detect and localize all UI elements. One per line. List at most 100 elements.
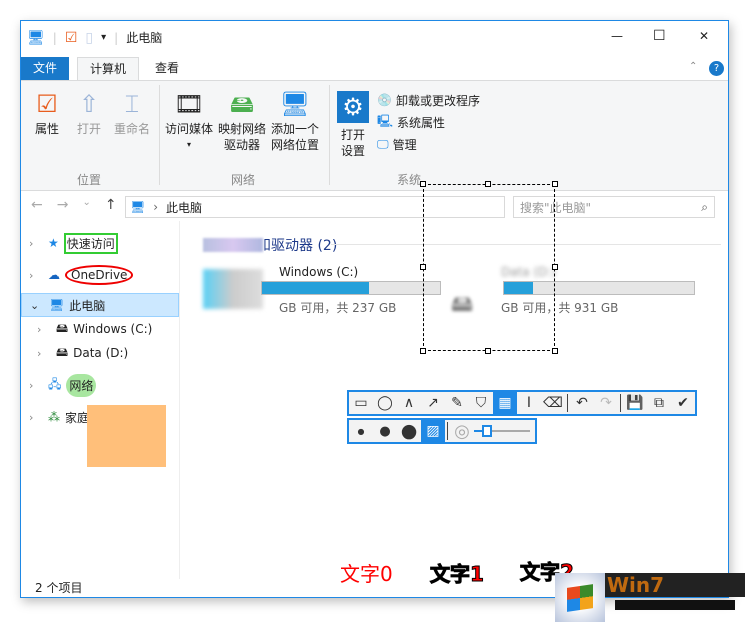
label: 打开 设置 [340,128,365,158]
collapse-ribbon-icon[interactable]: ⌃ [689,61,697,72]
size-large-icon[interactable]: ● [397,420,421,442]
group-label-system: 系统 [397,173,422,187]
resize-handle[interactable] [420,348,426,354]
quick-access-toolbar: 🖥 | ☑ ▯ ▾ | 此电脑 [27,29,163,46]
manage-button[interactable]: 🖵 管理 [377,133,480,155]
media-icon: 🎞 [173,90,205,118]
tab-computer[interactable]: 计算机 [77,57,140,81]
copy-icon[interactable]: ⧉ [647,392,671,414]
resize-handle[interactable] [552,264,558,270]
text-tool-icon[interactable]: I [517,392,541,414]
customize-dropdown-icon[interactable]: ▾ [101,32,106,43]
arrow-tool-icon[interactable]: ↗ [421,392,445,414]
mosaic-annotation [203,238,263,252]
ellipse-tool-icon[interactable]: ◯ [373,392,397,414]
system-properties-icon: 🖳 [377,113,394,128]
label: 管理 [392,137,417,152]
minimize-button[interactable]: — [611,29,623,43]
star-icon: ★ [48,236,59,250]
rename-icon: ⌶ [124,90,140,118]
blur-preview-icon: ◎ [454,420,470,442]
nav-quick-access[interactable]: › ★ 快速访问 [21,231,179,255]
rectangle-tool-icon[interactable]: ▭ [349,392,373,414]
up-button[interactable]: ↑ [105,197,117,213]
text-annotation-1: 文字1 [430,562,485,587]
label: 此电脑 [69,298,106,313]
section-header[interactable]: 设备和驱动器 (2) [203,235,338,255]
line-tool-icon[interactable]: ∧ [397,392,421,414]
resize-handle[interactable] [485,348,491,354]
eraser-tool-icon[interactable]: ⌫ [541,392,565,414]
drive-usage-bar [261,281,441,295]
tab-view[interactable]: 查看 [143,57,191,80]
nav-drive-c[interactable]: › 🖴 Windows (C:) [21,317,179,341]
back-button[interactable]: ← [31,197,43,213]
label: Windows (C:) [73,322,153,336]
save-icon[interactable]: 💾 [623,392,647,414]
drive-icon: 🖴 [56,320,69,335]
close-button[interactable]: ✕ [699,29,709,43]
windows-logo-watermark [555,573,605,622]
blur-strength-slider[interactable] [474,421,534,441]
label: 属性 [34,122,59,136]
group-label-network: 网络 [231,173,256,187]
mosaic-tool-icon[interactable]: ▦ [493,392,517,414]
size-small-icon[interactable]: ● [349,420,373,442]
group-label-location: 位置 [77,173,102,187]
ribbon: ☑ 属性 ⇧ 打开 ⌶ 重命名 位置 🎞 访问媒体 ▾ 🖴 映射网络 驱动器 🖥 添加一个 网… [21,80,728,191]
resize-handle[interactable] [420,181,426,187]
drive-tile-c[interactable]: Windows (C:) GB 可用，共 237 GB [201,265,441,315]
text-annotation-0: 文字0 [340,562,393,586]
gear-icon: ⚙ [337,91,369,123]
done-check-icon[interactable]: ✔ [671,392,695,414]
cloud-icon: ☁ [48,268,60,282]
label: 快速访问 [63,232,118,254]
label: 添加一个 网络位置 [270,122,319,152]
network-drive-icon: 🖴 [229,90,255,118]
maximize-button[interactable]: ☐ [653,28,666,44]
brush-options-toolbar: ● ● ● ▨ ◎ [347,418,537,444]
nav-onedrive[interactable]: › ☁ OneDrive [21,263,179,287]
drive-icon [203,269,263,309]
network-icon: 🖧 [48,376,62,391]
add-network-location-button[interactable]: 🖥 添加一个 网络位置 [269,87,321,153]
highlighter-tool-icon[interactable]: ⛉ [469,392,493,414]
window-title: 此电脑 [126,31,163,45]
open-icon: ⇧ [78,90,100,118]
help-icon[interactable]: ? [709,61,724,76]
uninstall-programs-button[interactable]: 💿 卸载或更改程序 [377,89,480,111]
access-media-button[interactable]: 🎞 访问媒体 ▾ [163,87,215,153]
nav-drive-d[interactable]: › 🖴 Data (D:) [21,341,179,365]
label: OneDrive [65,265,134,285]
open-settings-button[interactable]: ⚙ 打开 设置 [335,91,371,159]
size-medium-icon[interactable]: ● [373,420,397,442]
tab-file[interactable]: 文件 [21,57,70,80]
recent-locations-button[interactable]: ⌄ [82,197,90,213]
properties-icon[interactable]: ☑ [65,30,78,46]
system-properties-button[interactable]: 🖳 系统属性 [377,111,480,133]
redo-icon[interactable]: ↷ [594,392,618,414]
nav-this-pc[interactable]: ⌄ 🖥 此电脑 [21,293,179,317]
forward-button[interactable]: → [57,197,69,213]
pencil-tool-icon[interactable]: ✎ [445,392,469,414]
undo-icon[interactable]: ↶ [570,392,594,414]
resize-handle[interactable] [552,181,558,187]
open-button[interactable]: ⇧ 打开 [69,87,109,137]
capture-selection-box[interactable] [423,184,555,351]
new-folder-icon[interactable]: ▯ [85,30,93,46]
watermark-logo-text: Win7 [605,573,745,597]
status-item-count: 2 个项目 [35,581,83,595]
computer-icon: 🖥 [130,200,146,214]
explorer-window: 🖥 | ☑ ▯ ▾ | 此电脑 — ☐ ✕ 文件 计算机 查看 ⌃ ? ☑ 属性 … [20,20,729,598]
mosaic-pattern-icon[interactable]: ▨ [421,420,445,442]
nav-network[interactable]: › 🖧 网络 [21,373,179,397]
resize-handle[interactable] [485,181,491,187]
label: 打开 [76,122,101,136]
properties-icon: ☑ [36,90,58,118]
rename-button[interactable]: ⌶ 重命名 [109,87,155,137]
resize-handle[interactable] [552,348,558,354]
map-drive-button[interactable]: 🖴 映射网络 驱动器 [217,87,267,153]
properties-button[interactable]: ☑ 属性 [29,87,65,137]
label: 卸载或更改程序 [395,93,480,108]
resize-handle[interactable] [420,264,426,270]
